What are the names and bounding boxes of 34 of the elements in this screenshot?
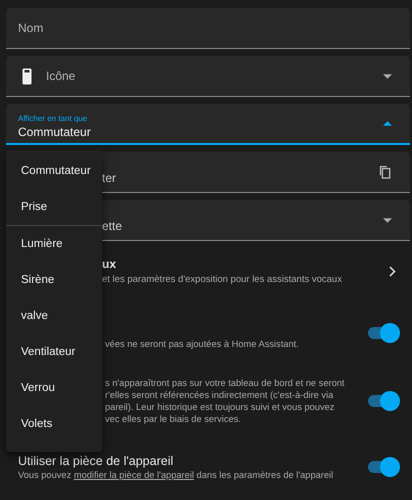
field-label: Nom [18,21,44,35]
menu-item[interactable]: Sirène [6,262,102,298]
chevron-right-icon [389,266,396,276]
field-label: Icône [46,69,76,83]
setting-description: r'elles seront référencées indirectement (c'est-à-dire via [105,389,334,401]
device-icon [22,68,32,84]
icon-select[interactable]: Icône [6,56,410,97]
setting-description: vées ne seront pas ajoutées à Home Assistant. [105,338,300,350]
toggle-switch[interactable] [368,323,398,343]
menu-item[interactable]: Ventilateur [6,334,102,370]
menu-item[interactable]: Volets [6,406,102,442]
copy-icon[interactable] [379,165,391,179]
setting-description: vec elles par le biais de services. [105,413,242,425]
row-title: ux [102,257,118,271]
setting-title: Utiliser la pièce de l'appareil [18,453,174,469]
room-link[interactable]: modifier la pièce de l'appareil [74,470,194,480]
name-field[interactable]: Nom [6,8,410,49]
menu-item[interactable]: valve [6,298,102,334]
toggle-switch[interactable] [368,457,398,477]
field-label: Afficher en tant que [18,114,88,123]
row-description: et les paramètres d'exposition pour les assistants vocaux [102,274,342,285]
field-value: Commutateur [18,125,91,139]
setting-description: s n'apparaîtront pas sur votre tableau de bord et ne seront [105,377,346,389]
menu-item[interactable]: Commutateur [6,153,102,189]
toggle-switch[interactable] [368,391,398,411]
caret-icon [383,121,392,126]
field-value: ette [102,218,122,233]
display-as-select[interactable]: Afficher en tant que Commutateur [6,104,410,145]
setting-description: Vous pouvez modifier la pièce de l'appareil dans les paramètres de l'appareil [18,469,334,481]
caret-icon [383,218,392,222]
field-value: ter [102,170,116,185]
caret-icon [383,74,392,78]
menu-item[interactable]: Verrou [6,370,102,406]
setting-description: pareil). Leur historique est toujours suivi et vous pouvez [105,401,336,413]
